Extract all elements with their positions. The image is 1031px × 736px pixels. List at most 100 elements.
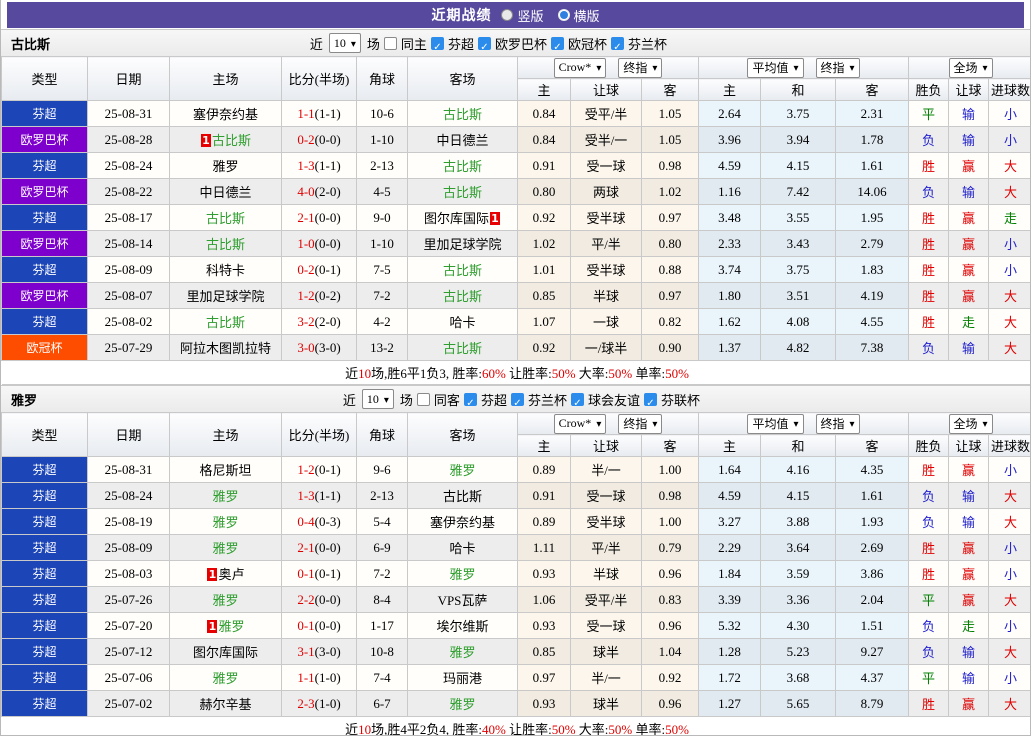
result-handicap-cell: 输 <box>948 334 990 361</box>
crown-odds-cell: 0.93 <box>517 560 571 587</box>
league-checkbox[interactable] <box>463 392 477 406</box>
corner-cell: 8-4 <box>356 586 408 613</box>
average-select[interactable]: 平均值 <box>747 413 804 434</box>
crown-odds-cell: 0.92 <box>517 204 571 231</box>
scope-select[interactable]: 全场 <box>948 57 993 78</box>
fulltime-score: 1-3 <box>297 487 315 503</box>
home-team-name: 阿拉木图凯拉特 <box>179 341 271 356</box>
league-checkbox[interactable] <box>570 392 584 406</box>
recent-count-select[interactable]: 10 <box>328 33 361 53</box>
result-outcome-cell: 负 <box>908 612 950 639</box>
bookmaker-select[interactable]: Crow* <box>553 57 607 78</box>
league-cell: 芬超 <box>1 456 88 483</box>
crown-odds-cell: 1.02 <box>517 230 571 257</box>
league-checkbox[interactable] <box>430 36 444 50</box>
crown-odds-cell: 0.92 <box>640 664 700 691</box>
average-odds-cell: 3.74 <box>698 256 762 283</box>
table-row: 芬超 25-07-20 1 雅罗 0-1(0-0) 1-17 埃尔维斯 0.93 受一球 0.96… <box>1 612 1030 639</box>
result-outcome-cell: 平 <box>908 586 950 613</box>
sub-column-header: 和 <box>760 434 837 457</box>
home-team-name: 科特卡 <box>205 263 245 278</box>
date-cell: 25-08-24 <box>87 482 170 509</box>
result-outcome-cell: 负 <box>908 508 950 535</box>
section-header: 古比斯 近 10 场 同主 芬超 欧罗巴杯 欧冠杯 芬兰杯 <box>1 29 1030 56</box>
league-checkbox[interactable] <box>643 392 657 406</box>
layout-radio-vertical[interactable]: 竖版 <box>501 6 544 25</box>
team-section: 古比斯近10场同主芬超欧罗巴杯欧冠杯芬兰杯类型日期主场比分(半场)角球客场Cro… <box>1 29 1030 385</box>
recent-count-select[interactable]: 10 <box>361 389 394 409</box>
away-team-cell: VPS瓦萨 <box>407 586 518 613</box>
table-row: 芬超 25-08-19 雅罗 0-4(0-3) 5-4 塞伊奈约基 0.89 受半球 1.00 3… <box>1 508 1030 535</box>
home-team-name: 雅罗 <box>212 159 239 174</box>
halftime-score: (2-0) <box>314 183 341 199</box>
final-index-select[interactable]: 终指 <box>815 57 860 78</box>
final-index-select[interactable]: 终指 <box>618 57 663 78</box>
red-card-icon: 1 <box>207 620 218 633</box>
column-header: 主场 <box>169 56 282 101</box>
result-outcome-cell: 负 <box>908 126 950 153</box>
league-badge: 芬超 <box>2 205 87 230</box>
results-table: 类型日期主场比分(半场)角球客场Crow*终指平均值终指全场主让球客主和客胜负让… <box>1 412 1030 736</box>
home-team-name: 赫尔辛基 <box>199 697 252 712</box>
final-index-select-value: 终指 <box>623 417 648 431</box>
average-odds-cell: 3.27 <box>698 508 762 535</box>
layout-radio-horizontal[interactable]: 横版 <box>557 6 600 25</box>
away-team-cell: 玛丽港 <box>407 664 518 691</box>
league-checkbox[interactable] <box>550 36 564 50</box>
home-team-name: 雅罗 <box>212 489 239 504</box>
fulltime-score: 2-2 <box>297 591 315 607</box>
result-outcome-cell: 胜 <box>908 308 950 335</box>
league-checkbox[interactable] <box>477 36 491 50</box>
result-outcome-cell: 胜 <box>908 256 950 283</box>
crown-odds-cell: 半/一 <box>570 664 642 691</box>
same-venue-checkbox[interactable] <box>383 36 397 50</box>
summary-segment: 40% <box>481 722 506 736</box>
sub-column-header: 让球 <box>948 78 990 101</box>
crown-odds-cell: 1.05 <box>640 100 700 127</box>
away-team-name: 哈卡 <box>449 541 476 556</box>
radio-icon[interactable] <box>501 9 514 21</box>
average-odds-cell: 3.55 <box>760 204 837 231</box>
home-team-cell: 1 古比斯 <box>169 126 282 153</box>
column-header: 主场 <box>169 412 282 457</box>
same-venue-label: 同客 <box>433 392 460 408</box>
radio-icon[interactable] <box>557 9 570 21</box>
away-team-name: 古比斯 <box>442 289 482 304</box>
home-team-cell: 图尔库国际 <box>169 638 282 665</box>
red-card-icon: 1 <box>490 212 500 225</box>
league-badge: 芬超 <box>2 535 87 560</box>
chevron-down-icon <box>794 416 799 431</box>
crown-odds-cell: 0.91 <box>517 152 571 179</box>
fulltime-score: 0-1 <box>297 565 315 581</box>
corner-cell: 1-10 <box>356 230 408 257</box>
table-row: 欧罗巴杯 25-08-07 里加足球学院 1-2(0-2) 7-2 古比斯 0.85 半球 0.… <box>1 282 1030 309</box>
halftime-score: (0-0) <box>314 131 341 147</box>
bookmaker-select[interactable]: Crow* <box>553 413 607 434</box>
selwrap: 平均值 终指 <box>700 57 908 78</box>
home-team-name: 雅罗 <box>212 671 239 686</box>
date-cell: 25-08-19 <box>87 508 170 535</box>
away-team-cell: 埃尔维斯 <box>407 612 518 639</box>
average-odds-cell: 3.75 <box>760 256 837 283</box>
halftime-score: (1-0) <box>314 669 341 685</box>
final-index-select[interactable]: 终指 <box>815 413 860 434</box>
crown-odds-cell: 0.93 <box>517 690 571 717</box>
league-checkbox[interactable] <box>610 36 624 50</box>
away-team-cell: 哈卡 <box>407 308 518 335</box>
sub-column-header: 客 <box>640 78 700 101</box>
average-select[interactable]: 平均值 <box>747 57 804 78</box>
league-cell: 芬超 <box>1 586 88 613</box>
league-checkbox[interactable] <box>510 392 524 406</box>
crown-odds-cell: 半/一 <box>570 456 642 483</box>
summary-segment: 单率: <box>632 366 666 381</box>
date-cell: 25-08-02 <box>87 308 170 335</box>
away-team-cell: 雅罗 <box>407 456 518 483</box>
result-outcome-cell: 负 <box>908 178 950 205</box>
scope-select[interactable]: 全场 <box>948 413 993 434</box>
same-venue-checkbox[interactable] <box>416 392 430 406</box>
crown-odds-cell: 一球 <box>570 308 642 335</box>
final-index-select[interactable]: 终指 <box>618 413 663 434</box>
summary-segment: 大率: <box>575 722 609 736</box>
table-row: 芬超 25-08-24 雅罗 1-3(1-1) 2-13 古比斯 0.91 受一球 0.98 4.… <box>1 482 1030 509</box>
corner-cell: 7-5 <box>356 256 408 283</box>
